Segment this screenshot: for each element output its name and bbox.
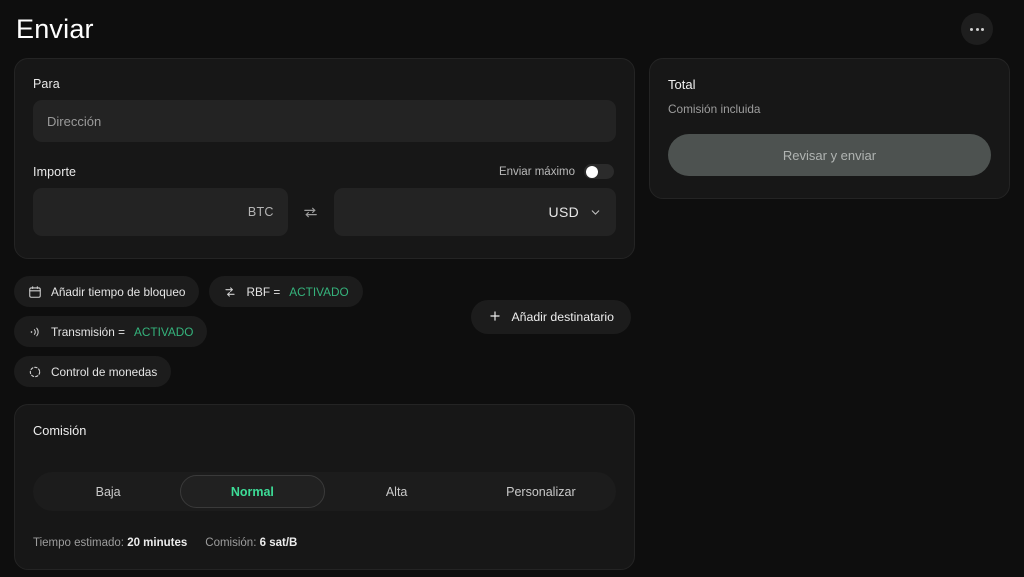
chip-add-locktime[interactable]: Añadir tiempo de bloqueo	[14, 276, 200, 307]
chip-coin-control[interactable]: Control de monedas	[14, 356, 172, 387]
chip-label: Transmisión =	[51, 324, 125, 339]
fee-title: Comisión	[33, 423, 87, 438]
send-screen: Enviar Para Importe Enviar máximo	[0, 0, 1024, 577]
fee-option-alta[interactable]: Alta	[325, 475, 469, 508]
chip-label: Control de monedas	[51, 364, 158, 379]
page-title: Enviar	[16, 13, 94, 44]
fee-option-normal[interactable]: Normal	[180, 475, 325, 508]
rbf-swap-icon	[223, 285, 237, 299]
chip-state: ACTIVADO	[133, 324, 194, 339]
broadcast-icon	[28, 325, 42, 339]
amount-label: Importe	[33, 164, 77, 179]
amount-btc-input[interactable]: BTC	[33, 188, 288, 236]
fee-option-personalizar[interactable]: Personalizar	[469, 475, 613, 508]
total-card: Total Comisión incluida Revisar y enviar	[649, 58, 1010, 199]
estimated-time-label: Tiempo estimado:	[33, 537, 124, 549]
chip-state: ACTIVADO	[289, 284, 349, 299]
fee-option-baja[interactable]: Baja	[36, 475, 180, 508]
send-max-label: Enviar máximo	[498, 165, 575, 178]
add-recipient-button[interactable]: Añadir destinatario	[471, 300, 631, 334]
chip-rbf[interactable]: RBF = ACTIVADO	[209, 276, 363, 307]
chevron-down-icon	[591, 209, 600, 215]
estimated-time-value: 20 minutes	[127, 537, 188, 549]
fee-summary: Tiempo estimado: 20 minutes Comisión: 6 …	[33, 537, 616, 549]
amount-btc-unit: BTC	[247, 205, 274, 219]
ellipsis-icon	[970, 27, 973, 31]
toggle-knob-icon	[585, 165, 598, 178]
recipient-address-input[interactable]	[33, 100, 616, 142]
ellipsis-icon	[981, 27, 984, 31]
send-details-card: Para Importe Enviar máximo BTC	[14, 58, 635, 259]
send-max-toggle[interactable]	[584, 164, 614, 179]
swap-icon	[304, 207, 317, 217]
more-options-button[interactable]	[961, 13, 993, 45]
amount-fiat-input[interactable]: USD	[333, 188, 616, 236]
fee-rate: Comisión: 6 sat/B	[205, 537, 297, 549]
fee-card: Comisión Baja Normal Alta Personalizar T…	[14, 404, 635, 570]
add-recipient-label: Añadir destinatario	[511, 310, 614, 324]
fee-rate-label: Comisión:	[205, 537, 257, 549]
total-subtitle: Comisión incluida	[668, 102, 761, 116]
coin-control-icon	[28, 365, 42, 379]
summary-column: Total Comisión incluida Revisar y enviar	[649, 58, 1010, 199]
chip-label: Añadir tiempo de bloqueo	[51, 284, 186, 299]
recipient-label: Para	[33, 77, 60, 91]
calendar-icon	[28, 285, 42, 299]
currency-swap-button[interactable]	[288, 188, 334, 236]
ellipsis-icon	[975, 27, 979, 31]
form-column: Para Importe Enviar máximo BTC	[14, 58, 635, 570]
amount-fiat-unit: USD	[548, 204, 579, 220]
total-title: Total	[668, 77, 696, 92]
chip-label: RBF =	[246, 284, 281, 299]
amount-inputs-row: BTC USD	[33, 188, 616, 236]
options-row: Añadir tiempo de bloqueo RBF = ACTIVADO	[14, 276, 635, 387]
review-and-send-button[interactable]: Revisar y enviar	[668, 134, 991, 176]
estimated-time: Tiempo estimado: 20 minutes	[33, 537, 187, 549]
currency-dropdown-button[interactable]	[589, 206, 602, 219]
chip-broadcast[interactable]: Transmisión = ACTIVADO	[14, 316, 208, 347]
fee-rate-selector: Baja Normal Alta Personalizar	[33, 472, 616, 511]
transaction-options: Añadir tiempo de bloqueo RBF = ACTIVADO	[14, 276, 364, 387]
amount-header: Importe Enviar máximo	[33, 164, 616, 179]
page-header: Enviar	[14, 0, 1010, 58]
plus-icon	[488, 309, 502, 326]
content-grid: Para Importe Enviar máximo BTC	[14, 58, 1010, 570]
fee-rate-value: 6 sat/B	[259, 537, 298, 549]
send-max-control[interactable]: Enviar máximo	[499, 164, 616, 179]
